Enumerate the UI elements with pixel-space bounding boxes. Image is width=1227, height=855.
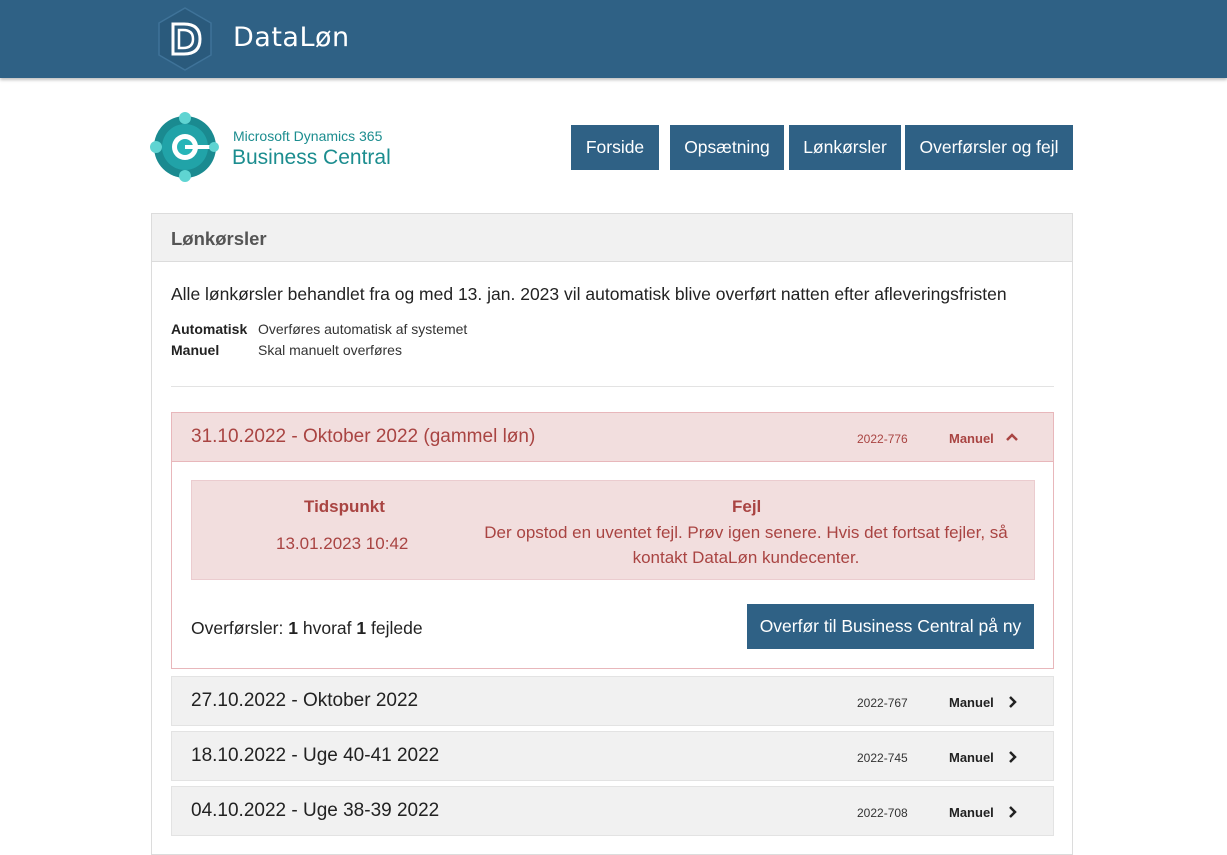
error-message: Der opstod en uventet fejl. Prøv igen se…: [484, 523, 1008, 567]
nav-opsaetning[interactable]: Opsætning: [670, 125, 784, 170]
run-item[interactable]: 18.10.2022 - Uge 40-41 2022 2022-745 Man…: [171, 731, 1054, 781]
time-label: Tidspunkt: [304, 497, 385, 516]
panel-title: Lønkørsler: [171, 228, 267, 249]
transfer-suffix: fejlede: [370, 618, 423, 638]
run-number: 2022-745: [857, 751, 908, 765]
run-item[interactable]: 04.10.2022 - Uge 38-39 2022 2022-708 Man…: [171, 786, 1054, 836]
run-title: 18.10.2022 - Uge 40-41 2022: [191, 745, 440, 766]
payroll-runs-panel: Lønkørsler Alle lønkørsler behandlet fra…: [151, 213, 1073, 855]
chevron-right-icon[interactable]: [1005, 805, 1019, 819]
run-mode: Manuel: [949, 750, 994, 765]
run-mode: Manuel: [949, 695, 994, 710]
transfer-prefix: Overførsler:: [191, 618, 284, 638]
legend-key-manual: Manuel: [171, 342, 220, 358]
run-title: 04.10.2022 - Uge 38-39 2022: [191, 800, 440, 821]
time-value: 13.01.2023 10:42: [276, 534, 409, 553]
transfer-count: 1: [288, 618, 298, 638]
legend-key-automatic: Automatisk: [171, 321, 248, 337]
top-bar: DataLøn: [0, 0, 1227, 78]
business-central-logo-icon: [150, 112, 219, 182]
transfer-mid: hvoraf: [302, 618, 352, 638]
chevron-right-icon[interactable]: [1005, 750, 1019, 764]
intro-text: Alle lønkørsler behandlet fra og med 13.…: [171, 284, 1007, 304]
partner-line2: Business Central: [232, 146, 391, 169]
run-header[interactable]: 31.10.2022 - Oktober 2022 (gammel løn) 2…: [172, 413, 1053, 462]
chevron-up-icon[interactable]: [1005, 430, 1019, 444]
legend-value-manual: Skal manuelt overføres: [258, 342, 402, 358]
retry-transfer-button[interactable]: Overfør til Business Central på ny: [747, 604, 1034, 649]
run-mode: Manuel: [949, 805, 994, 820]
transfer-failed-count: 1: [356, 618, 367, 638]
chevron-right-icon[interactable]: [1005, 695, 1019, 709]
nav-forside[interactable]: Forside: [571, 125, 659, 170]
legend-value-automatic: Overføres automatisk af systemet: [258, 321, 468, 337]
partner-line1: Microsoft Dynamics 365: [233, 128, 383, 144]
run-number: 2022-767: [857, 696, 908, 710]
nav-overforsler-og-fejl[interactable]: Overførsler og fejl: [905, 125, 1073, 170]
panel-header: Lønkørsler: [152, 214, 1072, 262]
run-item[interactable]: 27.10.2022 - Oktober 2022 2022-767 Manue…: [171, 676, 1054, 726]
run-title: 27.10.2022 - Oktober 2022: [191, 690, 419, 711]
brand-name: DataLøn: [233, 22, 350, 53]
transfer-summary: Overførsler: 1 hvoraf 1 fejlede: [191, 618, 423, 639]
run-title: 31.10.2022 - Oktober 2022 (gammel løn): [191, 426, 536, 447]
run-number: 2022-708: [857, 806, 908, 820]
nav-lonkorsler[interactable]: Lønkørsler: [789, 125, 901, 170]
divider: [171, 386, 1054, 387]
datalon-logo-icon[interactable]: [152, 6, 218, 72]
run-number: 2022-776: [857, 432, 908, 446]
run-item-expanded: 31.10.2022 - Oktober 2022 (gammel løn) 2…: [171, 412, 1054, 669]
error-alert: Tidspunkt 13.01.2023 10:42 Fejl Der opst…: [191, 480, 1035, 580]
error-label: Fejl: [732, 497, 762, 516]
run-mode: Manuel: [949, 431, 994, 446]
